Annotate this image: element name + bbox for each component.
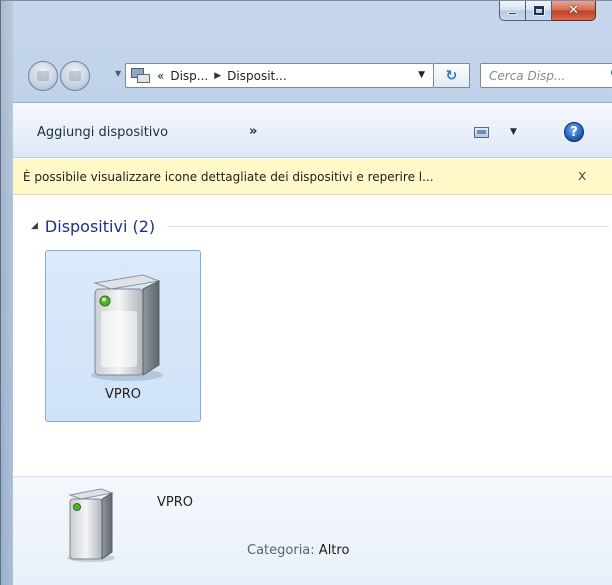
forward-button[interactable] — [60, 61, 90, 91]
address-bar[interactable]: « Disp... ▶ Disposit... ▼ — [125, 63, 434, 88]
details-category-value: Altro — [318, 543, 350, 558]
storage-device-icon — [91, 274, 163, 381]
caption-buttons: ✕ — [499, 1, 596, 23]
details-category: Categoria: Altro — [247, 543, 349, 558]
maximize-button[interactable] — [526, 1, 552, 21]
view-options-dropdown-icon[interactable]: ▼ — [510, 127, 517, 137]
recent-pages-dropdown-icon[interactable]: ▼ — [115, 69, 121, 78]
minimize-button[interactable] — [499, 1, 526, 21]
breadcrumb-item-2[interactable]: Disposit... — [227, 69, 287, 83]
search-placeholder: Cerca Disp... — [489, 68, 566, 83]
change-view-icon[interactable] — [474, 127, 489, 138]
collapse-triangle-icon[interactable]: ◢ — [31, 221, 38, 231]
help-button[interactable]: ? — [564, 122, 584, 142]
back-button[interactable] — [28, 61, 58, 91]
close-button[interactable]: ✕ — [552, 1, 596, 21]
minimize-icon — [508, 12, 517, 15]
device-tile-vpro[interactable]: VPRO — [45, 250, 201, 422]
more-commands-button[interactable]: » — [249, 124, 257, 139]
devices-window: ✕ ▼ « Disp... ▶ Disposit... ▼ ↻ Cerca Di… — [0, 0, 612, 585]
device-label: VPRO — [105, 387, 141, 402]
address-row: ▼ « Disp... ▶ Disposit... ▼ ↻ Cerca Disp… — [1, 55, 612, 95]
search-input[interactable]: Cerca Disp... — [480, 63, 612, 88]
breadcrumb-item-1[interactable]: Disp... — [170, 69, 208, 83]
devices-and-printers-icon — [131, 67, 151, 84]
details-device-icon — [67, 488, 115, 562]
group-header-devices[interactable]: ◢ Dispositivi (2) — [31, 216, 612, 236]
refresh-icon: ↻ — [445, 67, 458, 84]
breadcrumb-overflow[interactable]: « — [157, 69, 164, 83]
info-bar-message[interactable]: È possibile visualizzare icone dettaglia… — [23, 170, 434, 184]
breadcrumb-separator-icon[interactable]: ▶ — [214, 71, 221, 81]
address-dropdown-icon[interactable]: ▼ — [418, 70, 425, 80]
refresh-button[interactable]: ↻ — [434, 63, 470, 88]
details-category-label: Categoria: — [247, 543, 315, 558]
maximize-icon — [533, 6, 544, 15]
details-device-name: VPRO — [157, 495, 193, 510]
group-title[interactable]: Dispositivi (2) — [45, 217, 155, 236]
info-bar[interactable]: È possibile visualizzare icone dettaglia… — [13, 159, 612, 195]
group-divider — [167, 225, 609, 227]
info-bar-close-button[interactable]: x — [578, 168, 586, 184]
command-bar: Aggiungi dispositivo » ▼ ? — [13, 103, 612, 158]
close-icon: ✕ — [568, 3, 579, 18]
add-device-button[interactable]: Aggiungi dispositivo — [37, 125, 168, 140]
